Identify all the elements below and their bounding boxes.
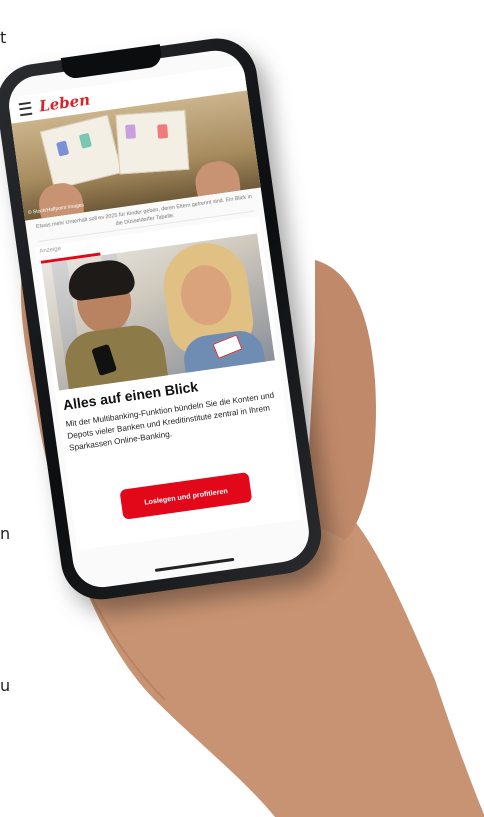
ad-card: Anzeige Alles auf einen Blick Mit der Mu… xyxy=(34,216,302,551)
drawing-figure xyxy=(56,140,70,157)
drawing-figure xyxy=(157,124,169,139)
ad-label: Anzeige xyxy=(39,245,62,255)
home-indicator[interactable] xyxy=(154,557,235,572)
menu-icon[interactable] xyxy=(18,101,33,116)
child-drawing-right xyxy=(115,109,190,175)
cta-button[interactable]: Loslegen und profitieren xyxy=(119,472,253,520)
child-drawing-left xyxy=(39,114,123,190)
photo-scene: Leben © Stock/Halfpoint Images Etwas meh… xyxy=(0,0,484,817)
drawing-figure xyxy=(125,124,137,139)
hand-left xyxy=(36,180,87,221)
site-logo[interactable]: Leben xyxy=(38,91,91,116)
drawing-figure xyxy=(78,132,92,149)
man-shirt xyxy=(61,321,169,391)
